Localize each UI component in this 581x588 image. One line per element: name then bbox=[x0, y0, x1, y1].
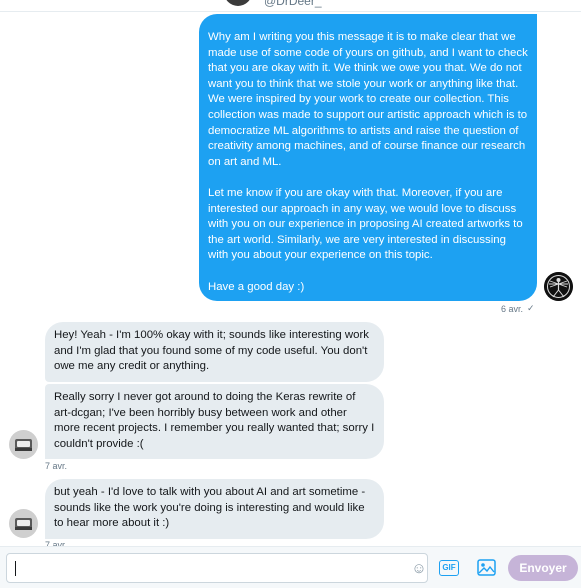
message-composer: ☺ GIF Envoyer bbox=[0, 546, 581, 588]
text-caret bbox=[15, 561, 16, 576]
sent-check-icon: ✓ bbox=[527, 303, 535, 313]
incoming-message-bubble: Hey! Yeah - I'm 100% okay with it; sound… bbox=[45, 322, 384, 382]
header-avatar[interactable] bbox=[224, 0, 252, 6]
image-icon[interactable] bbox=[477, 559, 496, 576]
outgoing-message-bubble: Why am I writing you this message it is … bbox=[199, 14, 537, 301]
send-button[interactable]: Envoyer bbox=[508, 555, 578, 581]
header-handle[interactable]: @DrDeer_ bbox=[264, 0, 322, 8]
gif-button[interactable]: GIF bbox=[439, 560, 459, 576]
sender-avatar[interactable] bbox=[544, 272, 573, 301]
recipient-avatar-image bbox=[9, 509, 38, 538]
incoming-message-bubble: but yeah - I'd love to talk with you abo… bbox=[45, 479, 384, 539]
recipient-avatar[interactable] bbox=[9, 430, 38, 459]
outgoing-message-meta: 6 avr. ✓ bbox=[501, 303, 535, 314]
conversation-header: @DrDeer_ bbox=[0, 0, 581, 12]
message-timestamp: 7 avr. bbox=[45, 461, 68, 471]
message-input[interactable] bbox=[17, 558, 397, 580]
dm-conversation: @DrDeer_ Why am I writing you this messa… bbox=[0, 0, 581, 588]
message-paragraph: Have a good day :) bbox=[208, 280, 305, 293]
message-timestamp: 6 avr. bbox=[501, 303, 524, 314]
message-paragraph: Let me know if you are okay with that. M… bbox=[208, 186, 523, 262]
incoming-message-bubble: Really sorry I never got around to doing… bbox=[45, 384, 384, 459]
recipient-avatar[interactable] bbox=[9, 509, 38, 538]
message-paragraph: Why am I writing you this message it is … bbox=[208, 31, 528, 168]
vitruvian-logo-icon bbox=[544, 272, 573, 301]
recipient-avatar-image bbox=[9, 430, 38, 459]
message-input-box[interactable]: ☺ bbox=[6, 553, 428, 583]
emoji-icon[interactable]: ☺ bbox=[411, 561, 427, 577]
image-upload-icon bbox=[477, 559, 496, 576]
